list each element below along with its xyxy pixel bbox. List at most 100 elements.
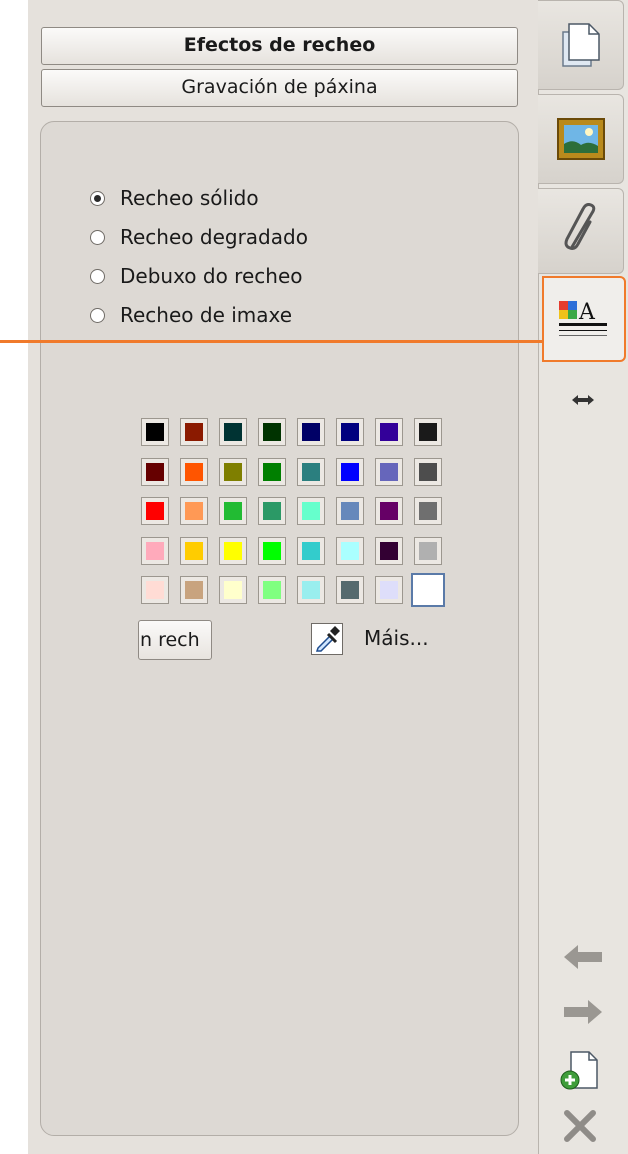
no-fill-button[interactable]: n rech <box>138 620 212 660</box>
color-swatch[interactable] <box>414 537 442 565</box>
swatch-fill <box>263 502 281 520</box>
color-swatch[interactable] <box>375 458 403 486</box>
color-swatch[interactable] <box>180 458 208 486</box>
add-page-icon[interactable] <box>559 1050 603 1092</box>
color-swatch[interactable] <box>219 418 247 446</box>
swatch-fill <box>146 463 164 481</box>
swatch-fill <box>419 502 437 520</box>
color-swatch[interactable] <box>336 458 364 486</box>
radio-button[interactable] <box>90 307 105 323</box>
swatch-fill <box>185 581 203 599</box>
color-swatch[interactable] <box>141 497 169 525</box>
color-swatch[interactable] <box>375 497 403 525</box>
radio-label: Recheo sólido <box>120 186 259 210</box>
swatch-fill <box>185 463 203 481</box>
swatch-fill <box>380 542 398 560</box>
radio-button[interactable] <box>90 268 105 284</box>
forward-arrow-icon[interactable] <box>562 998 604 1026</box>
color-swatch[interactable] <box>141 458 169 486</box>
color-swatch[interactable] <box>297 458 325 486</box>
more-colors-link[interactable]: Máis... <box>364 624 429 652</box>
color-swatch[interactable] <box>180 497 208 525</box>
color-swatch[interactable] <box>297 537 325 565</box>
color-swatch[interactable] <box>258 537 286 565</box>
swatch-fill <box>380 502 398 520</box>
swatch-fill <box>341 423 359 441</box>
swatch-fill <box>416 578 440 602</box>
radio-label: Debuxo do recheo <box>120 264 303 288</box>
color-swatch[interactable] <box>411 573 445 607</box>
swatch-fill <box>224 542 242 560</box>
color-swatch[interactable] <box>414 418 442 446</box>
color-swatch[interactable] <box>141 418 169 446</box>
color-swatch[interactable] <box>375 537 403 565</box>
swatch-fill <box>341 463 359 481</box>
swatch-fill <box>263 423 281 441</box>
svg-text:A: A <box>578 300 596 325</box>
color-swatch[interactable] <box>219 497 247 525</box>
color-swatch[interactable] <box>336 576 364 604</box>
swatch-fill <box>419 463 437 481</box>
color-swatch[interactable] <box>219 458 247 486</box>
swatch-fill <box>224 502 242 520</box>
color-swatch[interactable] <box>336 418 364 446</box>
fill-properties-icon: A <box>559 300 607 336</box>
swatch-fill <box>302 502 320 520</box>
color-swatch[interactable] <box>180 576 208 604</box>
page-recording-button[interactable]: Gravación de páxina <box>41 69 518 107</box>
swatch-fill <box>341 502 359 520</box>
swatch-fill <box>380 581 398 599</box>
radio-gradient-fill[interactable]: Recheo degradado <box>90 222 308 252</box>
color-swatch[interactable] <box>375 418 403 446</box>
highlight-callout-line <box>0 340 545 343</box>
color-swatch[interactable] <box>297 418 325 446</box>
color-swatch[interactable] <box>258 458 286 486</box>
paperclip-icon <box>564 203 595 250</box>
gallery-tab[interactable] <box>538 94 624 184</box>
color-swatch[interactable] <box>180 418 208 446</box>
back-arrow-icon[interactable] <box>562 943 604 971</box>
swatch-fill <box>302 423 320 441</box>
color-swatch[interactable] <box>375 576 403 604</box>
radio-image-fill[interactable]: Recheo de imaxe <box>90 300 292 330</box>
color-swatch[interactable] <box>297 576 325 604</box>
pages-tab[interactable] <box>538 0 624 90</box>
color-swatch[interactable] <box>141 537 169 565</box>
radio-button-checked[interactable] <box>90 190 105 206</box>
swatch-fill <box>224 463 242 481</box>
attachments-tab[interactable] <box>538 188 624 274</box>
color-swatch[interactable] <box>414 458 442 486</box>
radio-solid-fill[interactable]: Recheo sólido <box>90 183 259 213</box>
color-swatch[interactable] <box>414 497 442 525</box>
color-swatch[interactable] <box>258 418 286 446</box>
radio-pattern-fill[interactable]: Debuxo do recheo <box>90 261 302 291</box>
picture-icon <box>556 118 605 160</box>
swatch-fill <box>419 423 437 441</box>
swatch-fill <box>341 581 359 599</box>
swatch-fill <box>146 423 164 441</box>
swatch-fill <box>341 542 359 560</box>
color-swatch[interactable] <box>336 537 364 565</box>
color-swatch[interactable] <box>219 537 247 565</box>
color-swatch[interactable] <box>180 537 208 565</box>
color-swatch[interactable] <box>297 497 325 525</box>
pages-icon <box>561 23 600 67</box>
radio-label: Recheo de imaxe <box>120 303 293 327</box>
swatch-fill <box>263 542 281 560</box>
color-swatch[interactable] <box>141 576 169 604</box>
swatch-fill <box>263 463 281 481</box>
properties-tab[interactable]: A <box>542 276 626 362</box>
double-arrow-icon[interactable] <box>570 393 596 407</box>
swatch-fill <box>146 581 164 599</box>
fill-effects-button[interactable]: Efectos de recheo <box>41 27 518 65</box>
radio-button[interactable] <box>90 229 105 245</box>
swatch-fill <box>146 502 164 520</box>
color-swatch[interactable] <box>258 497 286 525</box>
color-swatch[interactable] <box>336 497 364 525</box>
color-swatch[interactable] <box>219 576 247 604</box>
color-swatch[interactable] <box>258 576 286 604</box>
eyedropper-button[interactable] <box>311 623 343 655</box>
delete-icon[interactable] <box>562 1110 598 1142</box>
swatch-fill <box>302 581 320 599</box>
radio-label: Recheo degradado <box>120 225 308 249</box>
